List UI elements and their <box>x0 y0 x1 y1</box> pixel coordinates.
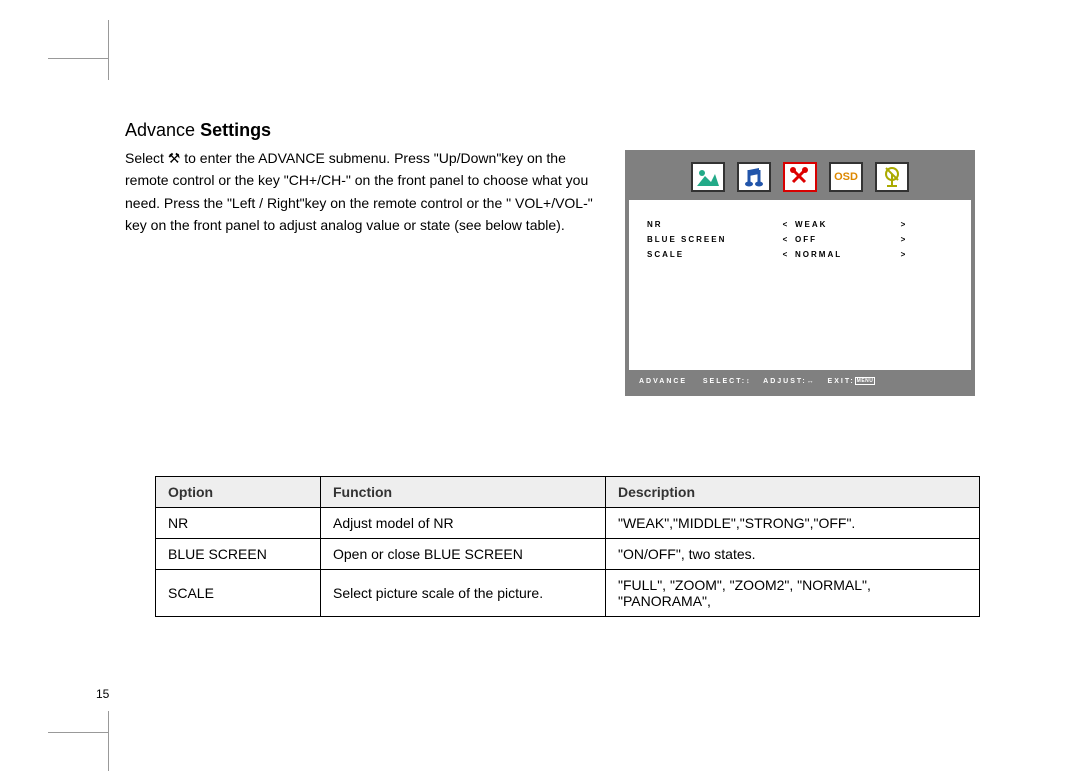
title-part2: Settings <box>195 120 271 140</box>
page-number: 15 <box>96 687 109 701</box>
osd-settings-list: NR < WEAK > BLUE SCREEN < OFF > SCALE < … <box>629 200 971 370</box>
osd-menu-icon: OSD <box>829 162 863 192</box>
osd-row-bluescreen: BLUE SCREEN < OFF > <box>647 235 953 244</box>
th-function: Function <box>321 477 606 508</box>
osd-screenshot: OSD NR < WEAK > BLUE SCREEN < OFF > SCAL… <box>625 150 975 396</box>
table-row: NR Adjust model of NR "WEAK","MIDDLE","S… <box>156 508 980 539</box>
crop-mark-top-left <box>48 40 109 80</box>
antenna-icon <box>875 162 909 192</box>
tools-icon <box>783 162 817 192</box>
osd-icon-bar: OSD <box>629 154 971 200</box>
th-description: Description <box>606 477 980 508</box>
picture-icon <box>691 162 725 192</box>
th-option: Option <box>156 477 321 508</box>
osd-footer: ADVANCE SELECT:↕ ADJUST:↔ EXIT:MENU <box>629 370 971 392</box>
page-title: Advance Settings <box>125 120 1025 141</box>
description-text: Select ⚒ to enter the ADVANCE submenu. P… <box>125 147 605 237</box>
options-table: Option Function Description NR Adjust mo… <box>155 476 980 617</box>
osd-row-nr: NR < WEAK > <box>647 220 953 229</box>
table-row: BLUE SCREEN Open or close BLUE SCREEN "O… <box>156 539 980 570</box>
sound-icon <box>737 162 771 192</box>
osd-row-scale: SCALE < NORMAL > <box>647 250 953 259</box>
title-part1: Advance <box>125 120 195 140</box>
table-row: SCALE Select picture scale of the pictur… <box>156 570 980 617</box>
